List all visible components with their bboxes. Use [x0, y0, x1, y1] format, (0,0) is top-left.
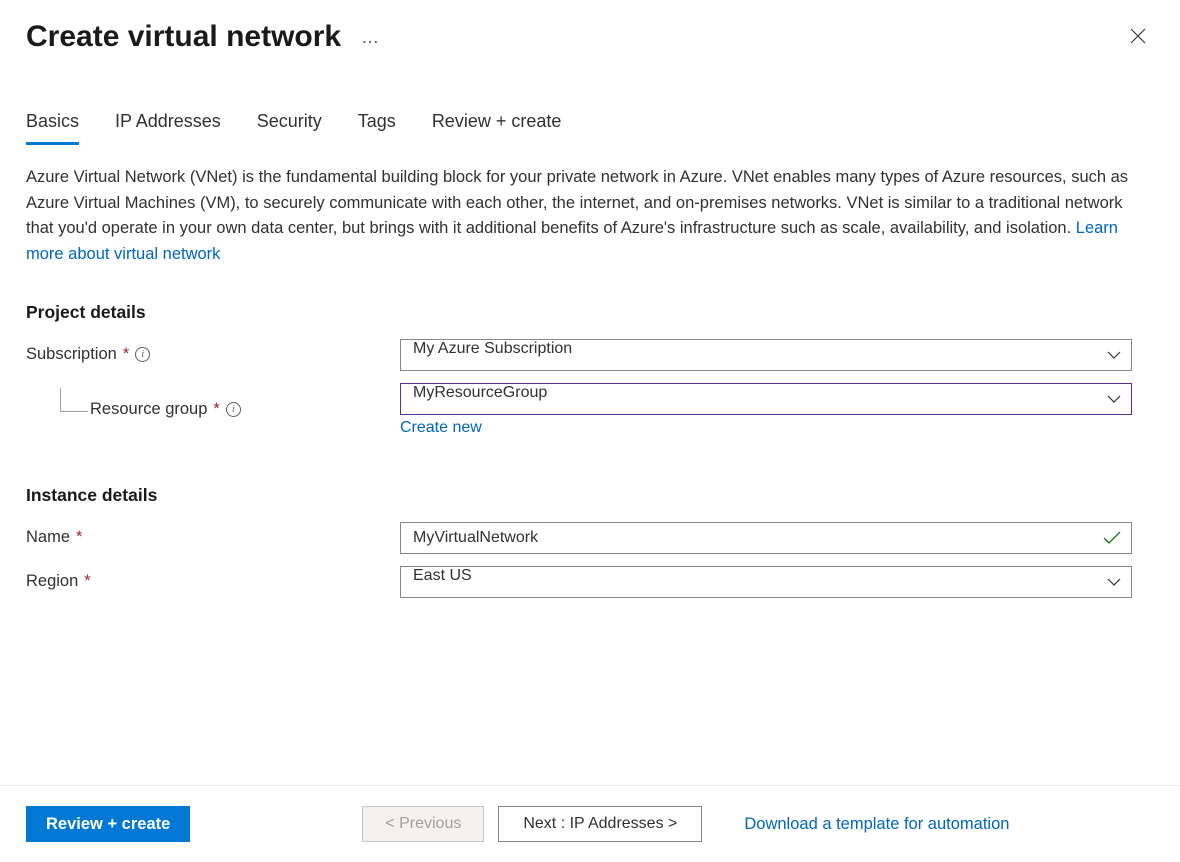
label-resource-group: Resource group * i — [26, 400, 400, 419]
section-instance-details: Instance details Name * Region * — [26, 485, 1154, 598]
name-label-text: Name — [26, 528, 70, 547]
create-new-link[interactable]: Create new — [400, 419, 482, 437]
row-resource-group: Resource group * i MyResourceGroup Creat… — [26, 383, 1154, 437]
info-icon[interactable]: i — [226, 402, 241, 417]
previous-button[interactable]: < Previous — [362, 806, 484, 842]
title-text: Create virtual network — [26, 20, 341, 54]
close-button[interactable] — [1122, 20, 1154, 57]
content: Azure Virtual Network (VNet) is the fund… — [0, 145, 1180, 598]
row-subscription: Subscription * i My Azure Subscription — [26, 339, 1154, 371]
intro-body: Azure Virtual Network (VNet) is the fund… — [26, 168, 1128, 237]
region-value: East US — [401, 567, 1097, 597]
field-subscription: My Azure Subscription — [400, 339, 1132, 371]
subscription-value: My Azure Subscription — [401, 340, 1097, 370]
subscription-label-text: Subscription — [26, 345, 117, 364]
region-label-text: Region — [26, 572, 78, 591]
download-template-link[interactable]: Download a template for automation — [744, 815, 1009, 834]
section-project-details: Project details Subscription * i My Azur… — [26, 302, 1154, 437]
next-button[interactable]: Next : IP Addresses > — [498, 806, 702, 842]
page-title: Create virtual network … — [26, 20, 381, 54]
tree-line — [60, 388, 88, 412]
required-marker: * — [84, 572, 90, 591]
resource-group-select[interactable]: MyResourceGroup — [400, 383, 1132, 415]
chevron-down-icon — [1097, 351, 1131, 359]
name-input-wrap — [400, 522, 1132, 554]
label-name: Name * — [26, 528, 400, 547]
project-details-title: Project details — [26, 302, 1154, 323]
close-icon — [1130, 28, 1146, 44]
footer: Review + create < Previous Next : IP Add… — [0, 785, 1180, 862]
required-marker: * — [123, 345, 129, 364]
field-region: East US — [400, 566, 1132, 598]
chevron-down-icon — [1097, 395, 1131, 403]
row-region: Region * East US — [26, 566, 1154, 598]
header: Create virtual network … — [0, 0, 1180, 57]
info-icon[interactable]: i — [135, 347, 150, 362]
name-input[interactable] — [401, 523, 1093, 553]
tab-tags[interactable]: Tags — [358, 105, 396, 145]
instance-details-title: Instance details — [26, 485, 1154, 506]
tab-basics[interactable]: Basics — [26, 105, 79, 145]
tab-security[interactable]: Security — [257, 105, 322, 145]
checkmark-icon — [1093, 531, 1131, 545]
review-create-button[interactable]: Review + create — [26, 806, 190, 842]
intro-text: Azure Virtual Network (VNet) is the fund… — [26, 165, 1154, 268]
label-region: Region * — [26, 572, 400, 591]
resource-group-label-text: Resource group — [90, 400, 207, 419]
resource-group-value: MyResourceGroup — [401, 384, 1097, 414]
tab-ip-addresses[interactable]: IP Addresses — [115, 105, 221, 145]
label-subscription: Subscription * i — [26, 345, 400, 364]
region-select[interactable]: East US — [400, 566, 1132, 598]
row-name: Name * — [26, 522, 1154, 554]
required-marker: * — [76, 528, 82, 547]
required-marker: * — [213, 400, 219, 419]
chevron-down-icon — [1097, 578, 1131, 586]
tab-review-create[interactable]: Review + create — [432, 105, 562, 145]
field-name — [400, 522, 1132, 554]
subscription-select[interactable]: My Azure Subscription — [400, 339, 1132, 371]
field-resource-group: MyResourceGroup Create new — [400, 383, 1132, 437]
tabs: Basics IP Addresses Security Tags Review… — [0, 57, 1180, 145]
more-icon[interactable]: … — [361, 27, 381, 48]
